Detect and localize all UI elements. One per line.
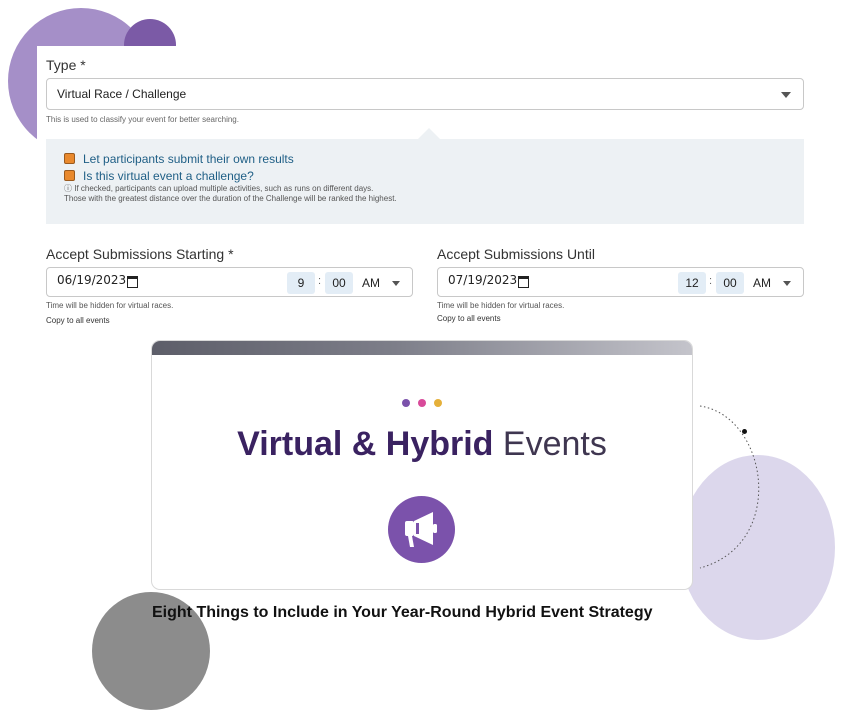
until-ampm-select[interactable]: AM [753, 276, 771, 290]
challenge-note: ⓘ If checked, participants can upload mu… [64, 184, 397, 204]
self-submit-checkbox[interactable] [64, 153, 75, 164]
type-hint: This is used to classify your event for … [46, 115, 239, 124]
until-label: Accept Submissions Until [437, 246, 595, 262]
challenge-note-line1: If checked, participants can upload mult… [74, 184, 374, 193]
start-date-input[interactable]: 06/19/2023 [57, 273, 126, 287]
start-ampm-select[interactable]: AM [362, 276, 380, 290]
until-hour-input[interactable]: 12 [678, 272, 706, 294]
start-hint: Time will be hidden for virtual races. [46, 301, 174, 310]
start-datetime-field: 06/19/2023 9 : 00 AM [46, 267, 413, 297]
type-select-value: Virtual Race / Challenge [57, 87, 187, 101]
until-datetime-field: 07/19/2023 12 : 00 AM [437, 267, 804, 297]
time-separator: : [709, 275, 713, 287]
megaphone-badge [388, 496, 455, 563]
panel-notch [418, 128, 440, 139]
article-title[interactable]: Eight Things to Include in Your Year-Rou… [152, 603, 672, 622]
dot-purple [402, 399, 410, 407]
self-submit-label[interactable]: Let participants submit their own result… [83, 152, 294, 166]
card-title-bold: Virtual & Hybrid [237, 425, 494, 463]
dot-yellow [434, 399, 442, 407]
chevron-down-icon[interactable] [392, 281, 400, 286]
start-copy-link[interactable]: Copy to all events [46, 316, 110, 325]
chevron-down-icon [781, 92, 791, 98]
card-header-bar [152, 341, 692, 355]
challenge-checkbox[interactable] [64, 170, 75, 181]
decorative-dotted-arc [699, 405, 760, 569]
type-select[interactable]: Virtual Race / Challenge [46, 78, 804, 110]
card-title-rest: Events [493, 425, 607, 463]
calendar-icon[interactable] [127, 276, 138, 288]
info-icon: ⓘ [64, 184, 75, 193]
until-copy-link[interactable]: Copy to all events [437, 314, 501, 323]
until-hint: Time will be hidden for virtual races. [437, 301, 565, 310]
decorative-dot [742, 429, 747, 434]
challenge-label[interactable]: Is this virtual event a challenge? [83, 169, 254, 183]
megaphone-icon [405, 512, 437, 547]
until-date-input[interactable]: 07/19/2023 [448, 273, 517, 287]
feature-card[interactable]: Virtual & Hybrid Events [152, 341, 692, 589]
start-label: Accept Submissions Starting * [46, 246, 234, 262]
time-separator: : [318, 275, 322, 287]
start-hour-input[interactable]: 9 [287, 272, 315, 294]
chevron-down-icon[interactable] [783, 281, 791, 286]
dot-pink [418, 399, 426, 407]
type-label: Type * [46, 57, 86, 73]
card-title: Virtual & Hybrid Events [152, 425, 692, 464]
until-minute-input[interactable]: 00 [716, 272, 744, 294]
calendar-icon[interactable] [518, 276, 529, 288]
start-minute-input[interactable]: 00 [325, 272, 353, 294]
challenge-note-line2: Those with the greatest distance over th… [64, 194, 397, 203]
